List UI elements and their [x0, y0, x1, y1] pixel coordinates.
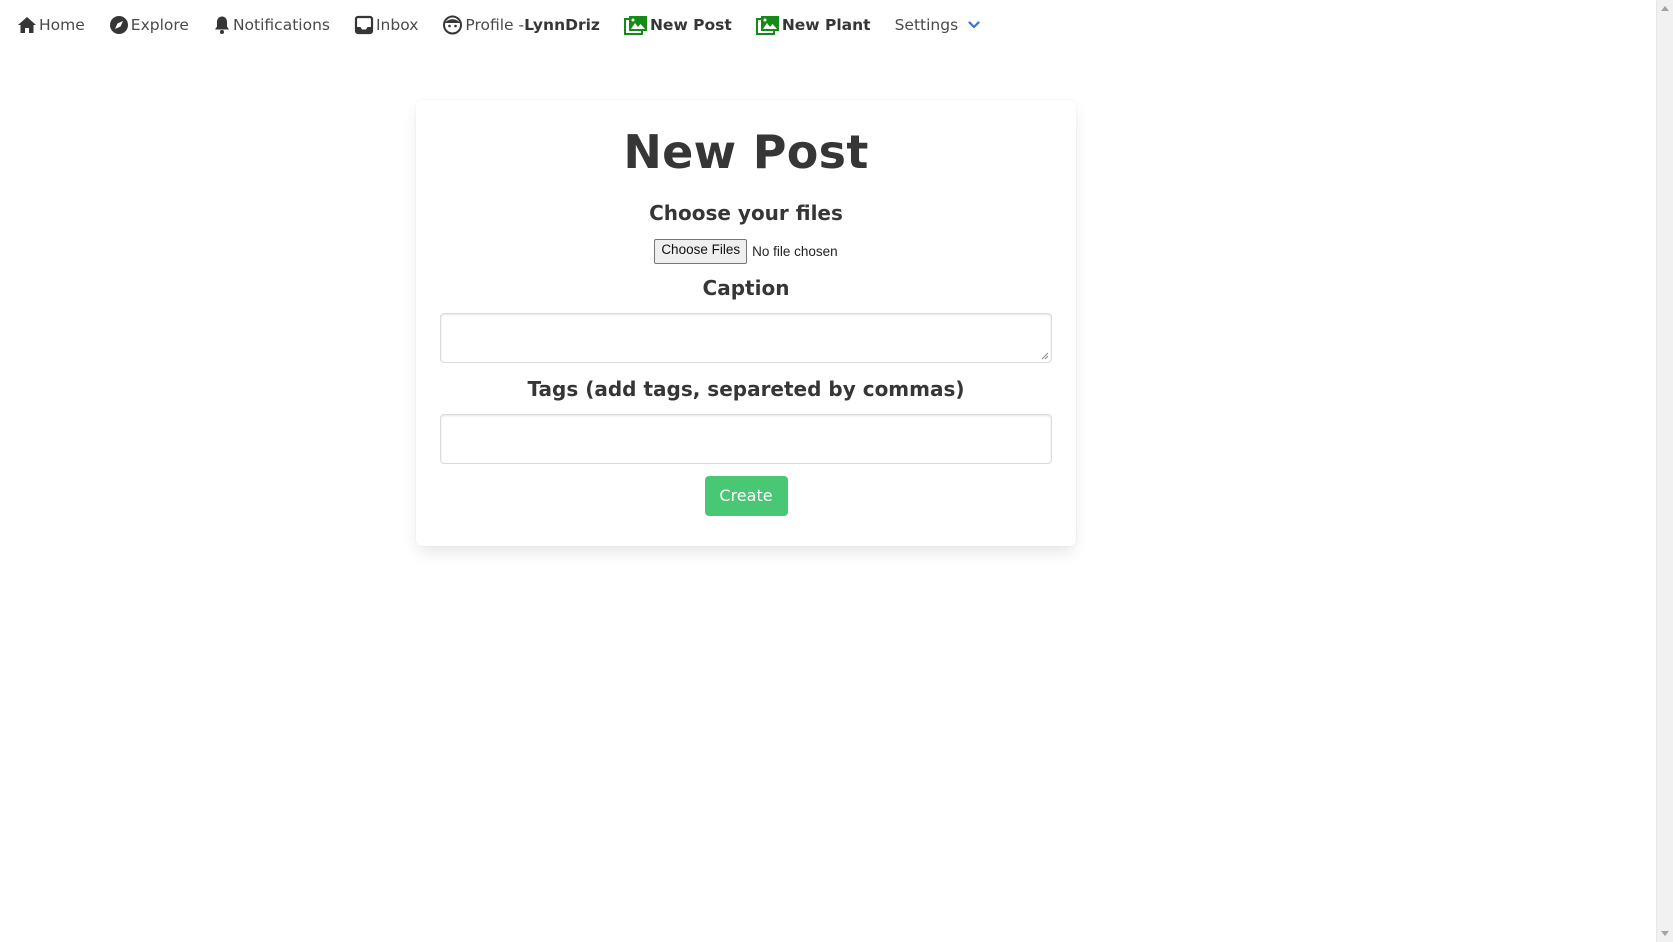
nav-new-post-label: New Post: [649, 16, 732, 34]
nav-profile-username: LynnDriz: [524, 16, 600, 34]
scroll-up-arrow-icon[interactable]: [1661, 6, 1669, 11]
caption-label: Caption: [702, 275, 790, 300]
nav-profile[interactable]: Profile - LynnDriz: [442, 0, 600, 50]
bell-icon: [213, 15, 233, 35]
new-post-form-card: New Post Choose your files Choose Files …: [416, 100, 1076, 546]
nav-notifications-label: Notifications: [232, 16, 330, 34]
image-icon: [623, 15, 650, 35]
vertical-scrollbar[interactable]: [1656, 0, 1673, 942]
page-title: New Post: [623, 125, 869, 179]
nav-notifications[interactable]: Notifications: [213, 0, 330, 50]
tags-input[interactable]: [440, 413, 1052, 464]
choose-files-button[interactable]: Choose Files: [654, 238, 748, 264]
nav-inbox[interactable]: Inbox: [354, 0, 418, 50]
nav-profile-prefix: Profile -: [465, 16, 525, 34]
image-icon: [755, 15, 782, 35]
compass-icon: [109, 15, 131, 35]
nav-new-post[interactable]: New Post: [623, 0, 732, 50]
home-icon: [17, 16, 39, 34]
nav-new-plant[interactable]: New Plant: [755, 0, 871, 50]
inbox-icon: [354, 15, 376, 35]
files-label: Choose your files: [649, 200, 843, 225]
tags-label: Tags (add tags, separeted by commas): [527, 376, 965, 401]
caption-textarea[interactable]: [440, 312, 1052, 363]
scroll-down-arrow-icon[interactable]: [1661, 931, 1669, 936]
top-navbar: Home Explore Notifications Inbox Profile: [0, 0, 1656, 50]
nav-home-label: Home: [39, 16, 85, 34]
nav-new-plant-label: New Plant: [781, 16, 871, 34]
file-status-text: No file chosen: [752, 243, 838, 259]
file-picker: Choose Files No file chosen: [440, 238, 1052, 264]
page: Home Explore Notifications Inbox Profile: [0, 0, 1673, 942]
nav-settings-dropdown[interactable]: Settings: [895, 0, 983, 50]
resize-grip-icon[interactable]: [1041, 352, 1049, 360]
create-button[interactable]: Create: [704, 475, 788, 516]
nav-explore-label: Explore: [130, 16, 189, 34]
nav-settings-label: Settings: [894, 16, 959, 34]
chevron-down-icon: [968, 21, 982, 29]
nav-inbox-label: Inbox: [375, 16, 419, 34]
user-face-icon: [442, 15, 465, 35]
nav-explore[interactable]: Explore: [109, 0, 189, 50]
nav-home[interactable]: Home: [17, 0, 85, 50]
